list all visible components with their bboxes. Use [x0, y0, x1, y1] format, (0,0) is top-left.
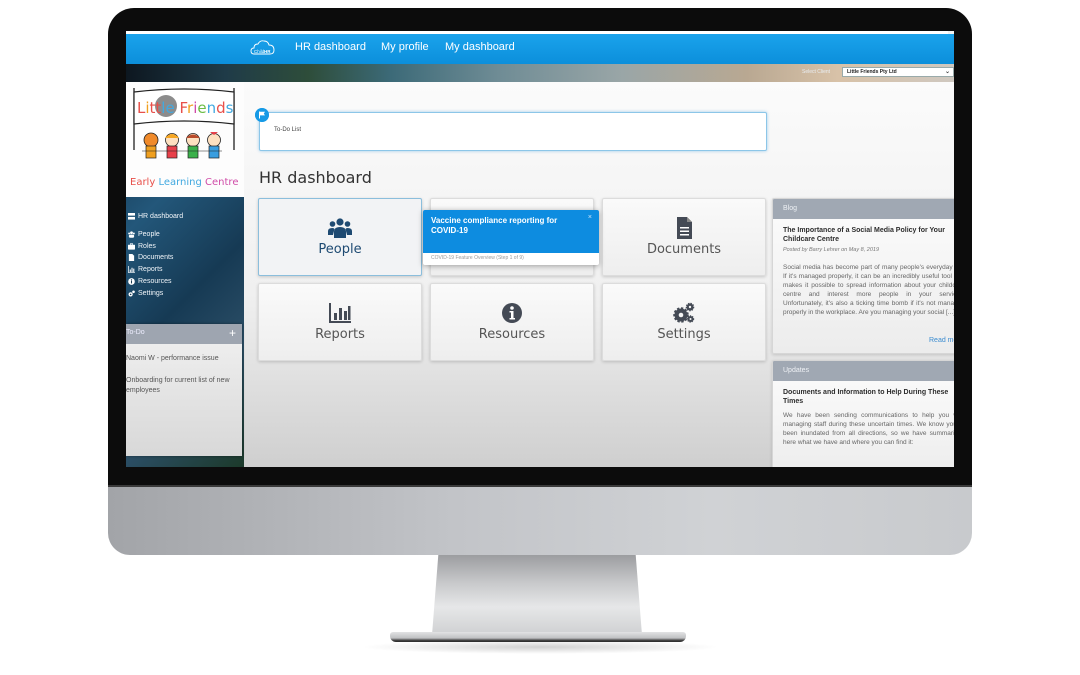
users-icon: [328, 218, 352, 238]
tile-label: Documents: [646, 242, 722, 257]
todo-item[interactable]: Naomi W - performance issue: [126, 354, 238, 364]
info-icon: [128, 278, 135, 285]
sidebar-item-label: HR dashboard: [138, 213, 184, 220]
little-friends-logo-icon: Little Friends Early Learning Centre: [130, 88, 238, 188]
sidebar: Little Friends Early Learning Centre HR …: [126, 82, 244, 467]
nav-hr-dashboard[interactable]: HR dashboard: [295, 41, 366, 53]
sidebar-item-resources[interactable]: Resources: [128, 278, 171, 285]
bar-chart-icon: [128, 266, 135, 273]
bar-chart-icon: [329, 303, 351, 323]
cogs-icon: [128, 290, 135, 297]
sidebar-item-roles[interactable]: Roles: [128, 243, 156, 250]
sidebar-item-settings[interactable]: Settings: [128, 290, 163, 297]
popover-title: Vaccine compliance reporting for COVID-1…: [431, 216, 558, 235]
main-content: Little Friends Early Learning Centre HR …: [126, 82, 954, 467]
top-nav: Child HR HR dashboard My profile My dash…: [126, 34, 954, 64]
blog-post-title[interactable]: The Importance of a Social Media Policy …: [783, 226, 954, 244]
todo-panel: To-Do + Naomi W - performance issue Onbo…: [126, 324, 242, 456]
svg-text:Early Learning Centre: Early Learning Centre: [130, 177, 238, 188]
blog-post-excerpt: Social media has become part of many peo…: [783, 264, 954, 316]
sidebar-item-label: Reports: [138, 266, 163, 273]
file-icon: [128, 254, 135, 261]
tile-label: Resources: [478, 327, 546, 342]
client-select-value: Little Friends Pty Ltd: [847, 69, 897, 75]
tile-resources[interactable]: Resources: [430, 283, 594, 361]
updates-post-body: We have been sending communications to h…: [783, 412, 954, 446]
blog-widget: Blog The Importance of a Social Media Po…: [772, 198, 954, 354]
popover-header: Vaccine compliance reporting for COVID-1…: [423, 210, 599, 253]
users-icon: [128, 231, 135, 238]
tile-reports[interactable]: Reports: [258, 283, 422, 361]
monitor-stand: [432, 555, 642, 635]
sidebar-item-label: People: [138, 231, 160, 238]
sidebar-item-label: Settings: [138, 290, 164, 297]
sidebar-item-label: Resources: [138, 278, 172, 285]
add-todo-button[interactable]: +: [229, 326, 236, 340]
updates-header: Updates: [773, 361, 954, 381]
todo-list-label: To-Do List: [274, 127, 302, 133]
updates-post-title[interactable]: Documents and Information to Help During…: [783, 388, 954, 406]
monitor-chin-edge: [108, 485, 972, 487]
todo-panel-header: To-Do +: [126, 324, 242, 344]
nav-my-profile[interactable]: My profile: [381, 41, 429, 53]
close-icon[interactable]: ×: [588, 214, 592, 221]
nav-my-dashboard[interactable]: My dashboard: [445, 41, 515, 53]
page-title: HR dashboard: [259, 168, 372, 187]
sidebar-item-label: Documents: [138, 254, 174, 261]
sidebar-item-documents[interactable]: Documents: [128, 254, 173, 261]
popover-step: COVID-19 Feature Overview (Step 1 of 9): [431, 255, 524, 261]
tile-people[interactable]: People: [258, 198, 422, 276]
monitor-stand-base: [390, 632, 686, 642]
file-icon: [677, 217, 692, 239]
svg-text:HR: HR: [264, 49, 271, 54]
sidebar-item-hr-dashboard[interactable]: HR dashboard: [128, 213, 183, 220]
info-icon: [502, 303, 522, 323]
tile-label: People: [318, 242, 362, 257]
tile-label: Settings: [657, 327, 711, 342]
updates-widget: Updates Documents and Information to Hel…: [772, 360, 954, 467]
childhr-logo-icon[interactable]: Child HR: [250, 39, 276, 57]
select-client-label: Select Client: [802, 69, 831, 75]
sidebar-item-people[interactable]: People: [128, 231, 160, 238]
read-more-link[interactable]: Read more: [929, 337, 954, 344]
cogs-icon: [673, 302, 695, 323]
client-select[interactable]: Little Friends Pty Ltd ⌄: [842, 67, 954, 77]
todo-panel-title: To-Do: [126, 329, 145, 336]
centre-logo[interactable]: Little Friends Early Learning Centre: [126, 82, 244, 197]
briefcase-icon: [128, 243, 135, 250]
grid-icon: [128, 213, 135, 220]
screen: Child HR HR dashboard My profile My dash…: [126, 31, 954, 467]
blog-header: Blog: [773, 199, 954, 219]
todo-item[interactable]: Onboarding for current list of new emplo…: [126, 376, 238, 396]
monitor-chin: [108, 485, 972, 555]
todo-list-card[interactable]: To-Do List: [259, 112, 767, 151]
feature-tour-popover: Vaccine compliance reporting for COVID-1…: [423, 210, 599, 265]
sidebar-item-label: Roles: [138, 243, 156, 250]
tile-settings[interactable]: Settings: [602, 283, 766, 361]
tile-label: Reports: [315, 327, 365, 342]
blog-post-meta: Posted by Barry Lehrer on May 8, 2019: [783, 247, 879, 253]
sidebar-item-reports[interactable]: Reports: [128, 266, 163, 273]
stand-shadow: [360, 640, 720, 654]
chevron-down-icon: ⌄: [944, 69, 950, 75]
updates-header-label: Updates: [783, 367, 810, 374]
svg-text:Little Friends: Little Friends: [137, 99, 234, 117]
blog-header-label: Blog: [783, 205, 798, 212]
tile-documents[interactable]: Documents: [602, 198, 766, 276]
flag-icon[interactable]: [255, 108, 269, 122]
